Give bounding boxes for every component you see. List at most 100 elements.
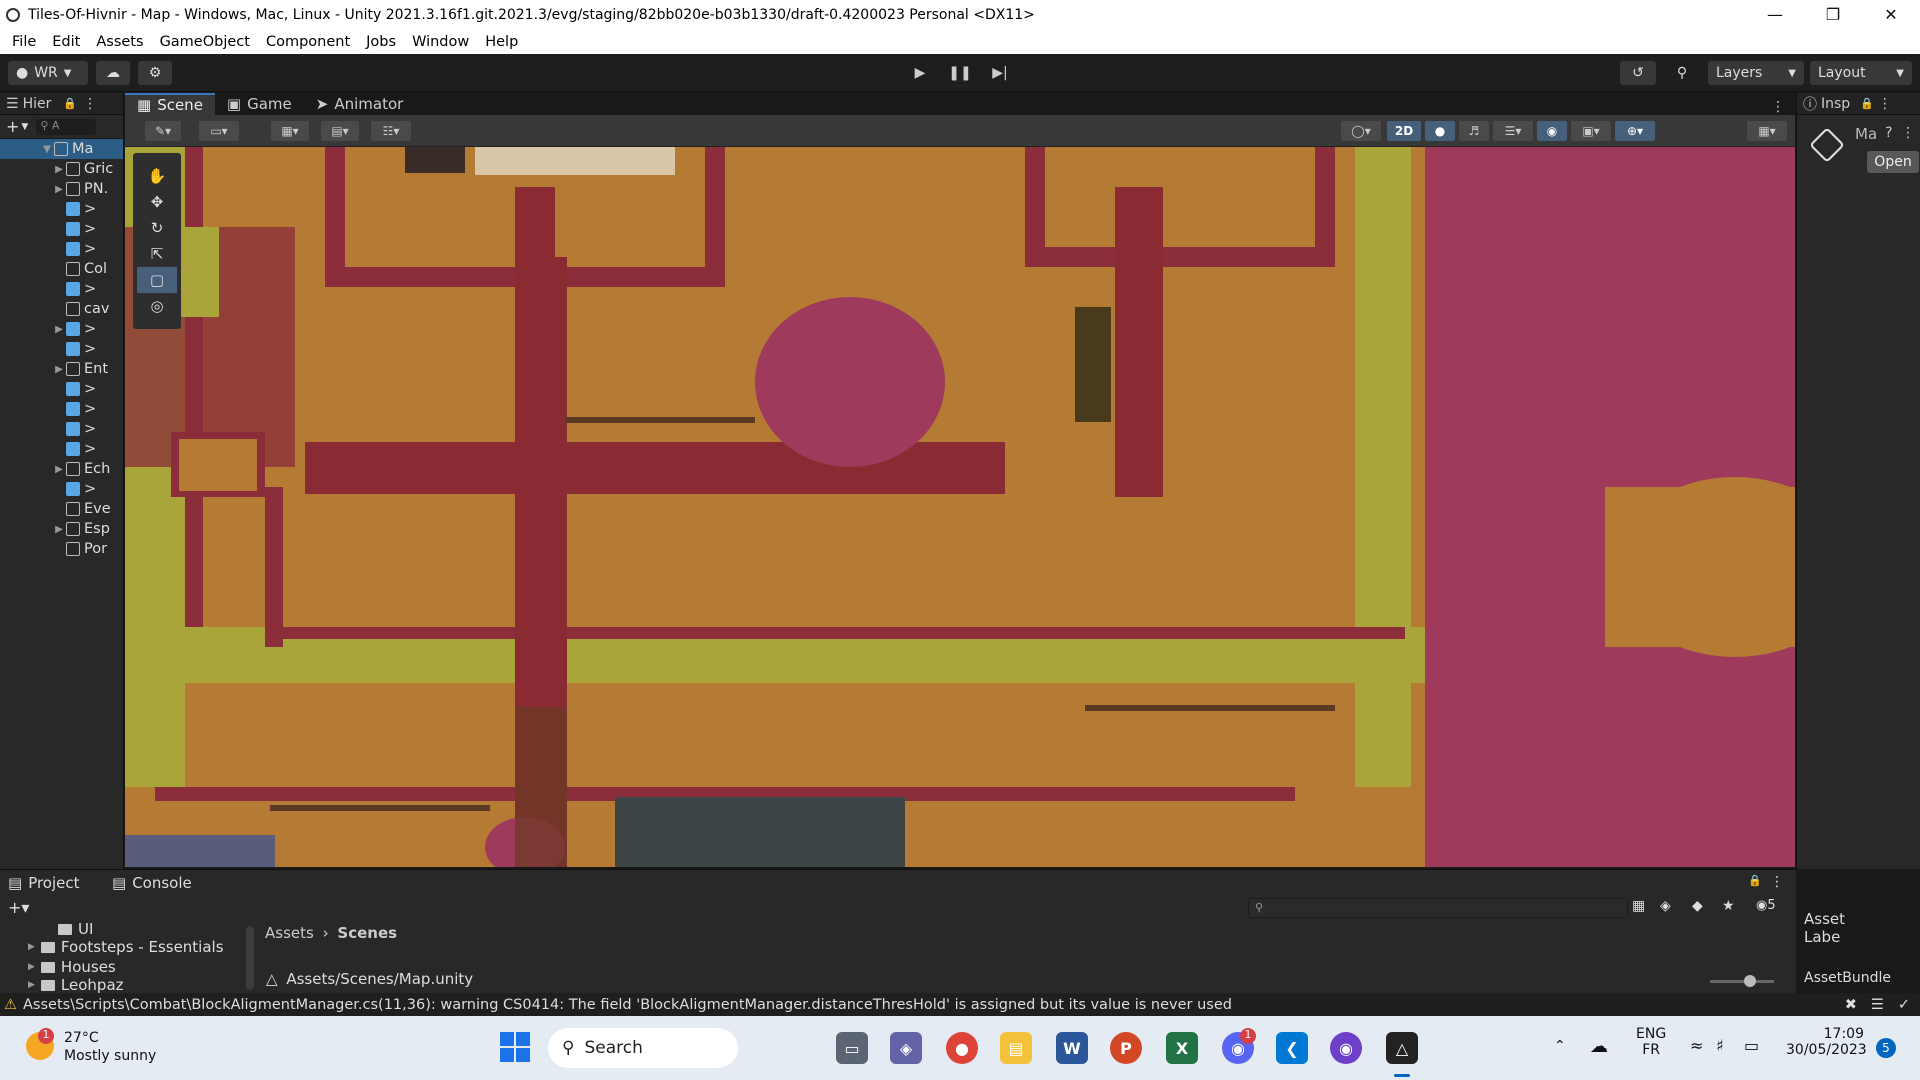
- filter-type-icon[interactable]: ▦: [1632, 898, 1645, 914]
- inspector-tab[interactable]: ⓘ Insp 🔒 ⋮: [1797, 93, 1920, 115]
- hierarchy-item[interactable]: ▶ >: [0, 319, 123, 339]
- gizmo-dropdown[interactable]: ⊕▾: [1615, 121, 1655, 141]
- onedrive-icon[interactable]: ☁: [1590, 1036, 1608, 1057]
- account-dropdown[interactable]: ● WR ▼: [8, 61, 88, 85]
- chevron-up-icon[interactable]: ⌃: [1554, 1038, 1566, 1054]
- word-icon[interactable]: W: [1056, 1032, 1088, 1064]
- cache-icon[interactable]: ☰: [1871, 997, 1884, 1013]
- asset-bundle-label[interactable]: AssetBundle: [1804, 970, 1891, 986]
- github-icon[interactable]: ◉: [1330, 1032, 1362, 1064]
- notification-badge[interactable]: 5: [1876, 1038, 1896, 1058]
- language-indicator[interactable]: ENG FR: [1636, 1026, 1666, 1058]
- hierarchy-item[interactable]: >: [0, 419, 123, 439]
- add-icon[interactable]: +▾: [8, 898, 29, 917]
- step-button[interactable]: ▶|: [982, 61, 1018, 85]
- tab-animator[interactable]: ➤ Animator: [304, 93, 416, 115]
- effects-dropdown[interactable]: ☰▾: [1493, 121, 1533, 141]
- hidden-count[interactable]: ◉5: [1756, 898, 1776, 913]
- visibility-toggle[interactable]: ◉: [1537, 121, 1567, 141]
- more-icon[interactable]: ⋮: [83, 96, 97, 112]
- hierarchy-item[interactable]: ▶ Esp: [0, 519, 123, 539]
- shading-dropdown[interactable]: ▭▾: [199, 121, 239, 141]
- chevron-right-icon[interactable]: ▶: [52, 324, 66, 335]
- folder-scrollbar[interactable]: [246, 926, 254, 990]
- task-view-icon[interactable]: ▭: [836, 1032, 868, 1064]
- tab-console[interactable]: ▤ Console: [112, 874, 192, 892]
- menu-edit[interactable]: Edit: [44, 34, 88, 50]
- more-icon[interactable]: ⋮: [1878, 96, 1892, 112]
- hand-tool-icon[interactable]: ✋: [137, 163, 177, 189]
- chevron-right-icon[interactable]: ▶: [52, 464, 66, 475]
- open-button[interactable]: Open: [1867, 151, 1919, 173]
- chevron-right-icon[interactable]: ▶: [52, 184, 66, 195]
- audio-toggle[interactable]: ♬: [1459, 121, 1489, 141]
- layout-dropdown[interactable]: Layout ▼: [1810, 61, 1912, 85]
- chevron-right-icon[interactable]: ▶: [28, 962, 35, 972]
- cloud-button[interactable]: ☁: [96, 61, 130, 85]
- move-tool-icon[interactable]: ✥: [137, 189, 177, 215]
- hierarchy-item[interactable]: Eve: [0, 499, 123, 519]
- snap-dropdown[interactable]: ▤▾: [321, 121, 359, 141]
- status-bar[interactable]: ⚠ Assets\Scripts\Combat\BlockAligmentMan…: [0, 993, 1920, 1016]
- teams-icon[interactable]: ◈: [890, 1032, 922, 1064]
- minimize-icon[interactable]: —: [1746, 5, 1804, 24]
- camera-dropdown[interactable]: ▣▾: [1571, 121, 1611, 141]
- menu-help[interactable]: Help: [477, 34, 526, 50]
- wifi-icon[interactable]: ≈: [1690, 1036, 1703, 1055]
- check-icon[interactable]: ✓: [1898, 997, 1910, 1013]
- menu-component[interactable]: Component: [258, 34, 358, 50]
- hierarchy-item[interactable]: >: [0, 479, 123, 499]
- hierarchy-item[interactable]: >: [0, 279, 123, 299]
- scale-tool-icon[interactable]: ⇱: [137, 241, 177, 267]
- vscode-icon[interactable]: ❮: [1276, 1032, 1308, 1064]
- folder-item[interactable]: ▶ Houses: [28, 958, 116, 976]
- folder-item[interactable]: ▶ Leohpaz: [28, 976, 124, 994]
- close-icon[interactable]: ✕: [1862, 5, 1920, 24]
- rotate-tool-icon[interactable]: ↻: [137, 215, 177, 241]
- hierarchy-item[interactable]: >: [0, 199, 123, 219]
- tab-game[interactable]: ▣ Game: [215, 93, 304, 115]
- chevron-down-icon[interactable]: ▼: [21, 122, 28, 132]
- overlay-dropdown[interactable]: ▦▾: [1747, 121, 1787, 141]
- chevron-right-icon[interactable]: ▶: [52, 524, 66, 535]
- debug-icon[interactable]: ✖: [1845, 997, 1857, 1013]
- hierarchy-item[interactable]: ▶ Ent: [0, 359, 123, 379]
- chevron-right-icon[interactable]: ▶: [28, 942, 35, 952]
- lock-icon[interactable]: 🔒: [1860, 97, 1874, 110]
- tab-scene[interactable]: ▦ Scene: [125, 93, 215, 115]
- help-icon[interactable]: ?: [1885, 125, 1892, 141]
- menu-file[interactable]: File: [4, 34, 44, 50]
- increment-dropdown[interactable]: ☷▾: [371, 121, 411, 141]
- hierarchy-item[interactable]: >: [0, 239, 123, 259]
- search-button[interactable]: ⚲: [1664, 61, 1700, 85]
- hierarchy-item[interactable]: >: [0, 439, 123, 459]
- menu-jobs[interactable]: Jobs: [358, 34, 404, 50]
- hierarchy-item[interactable]: Por: [0, 539, 123, 559]
- folder-item[interactable]: ▶ Footsteps - Essentials: [28, 938, 224, 956]
- hierarchy-item[interactable]: >: [0, 339, 123, 359]
- breadcrumb-scenes[interactable]: Scenes: [337, 924, 397, 942]
- menu-gameobject[interactable]: GameObject: [152, 34, 258, 50]
- hierarchy-item[interactable]: ▶ Gric: [0, 159, 123, 179]
- layers-dropdown[interactable]: Layers ▼: [1708, 61, 1804, 85]
- star-icon[interactable]: ★: [1722, 898, 1735, 914]
- hierarchy-item[interactable]: >: [0, 399, 123, 419]
- lock-icon[interactable]: 🔒: [63, 97, 77, 110]
- clock[interactable]: 17:09 30/05/2023: [1786, 1026, 1867, 1058]
- hierarchy-root[interactable]: ▼ Ma: [0, 139, 123, 159]
- draw-mode-dropdown[interactable]: ✎▾: [145, 121, 181, 141]
- powerpoint-icon[interactable]: P: [1110, 1032, 1142, 1064]
- chevron-right-icon[interactable]: ▶: [28, 980, 35, 990]
- chevron-right-icon[interactable]: ▶: [52, 364, 66, 375]
- chevron-right-icon[interactable]: ▶: [52, 164, 66, 175]
- restore-icon[interactable]: ❐: [1804, 5, 1862, 24]
- hierarchy-search[interactable]: ⚲ A: [36, 118, 97, 135]
- more-icon[interactable]: ⋮: [1761, 99, 1795, 115]
- status-warning[interactable]: Assets\Scripts\Combat\BlockAligmentManag…: [23, 997, 1232, 1013]
- more-icon[interactable]: ⋮: [1770, 874, 1784, 890]
- settings-icon[interactable]: ⋮: [1901, 125, 1915, 141]
- lighting-toggle[interactable]: ●: [1425, 121, 1455, 141]
- menu-window[interactable]: Window: [404, 34, 477, 50]
- zoom-slider[interactable]: [1710, 975, 1774, 987]
- speaker-muted-icon[interactable]: ♯: [1716, 1036, 1724, 1055]
